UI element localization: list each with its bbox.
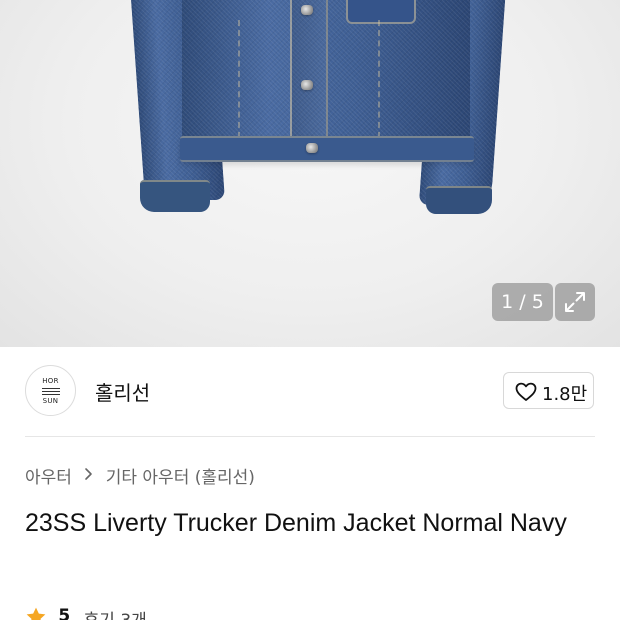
like-count: 1.8만: [542, 384, 588, 405]
shop-name[interactable]: 홀리선: [95, 377, 150, 406]
shop-logo[interactable]: HOR SUN: [25, 365, 76, 416]
rating-row[interactable]: 5 후기 3개: [25, 606, 147, 620]
shop-row: HOR SUN 홀리선 1.8만: [0, 347, 620, 437]
star-icon: [25, 606, 47, 620]
expand-arrows-icon: [565, 292, 585, 312]
breadcrumb-item-other-outer[interactable]: 기타 아우터 (홀리선): [106, 463, 255, 488]
product-title: 23SS Liverty Trucker Denim Jacket Normal…: [25, 509, 567, 537]
image-counter: 1 / 5: [492, 283, 553, 321]
divider: [25, 436, 595, 437]
review-count[interactable]: 후기 3개: [84, 606, 147, 620]
chevron-right-icon: [84, 466, 93, 486]
like-button[interactable]: 1.8만: [503, 372, 594, 409]
product-image-gallery[interactable]: 1 / 5: [0, 0, 620, 347]
expand-image-button[interactable]: [555, 283, 595, 321]
breadcrumb: 아우터 기타 아우터 (홀리선): [25, 463, 255, 489]
heart-outline-icon: [515, 382, 537, 401]
rating-score: 5: [58, 606, 71, 620]
breadcrumb-item-outer[interactable]: 아우터: [25, 463, 72, 488]
